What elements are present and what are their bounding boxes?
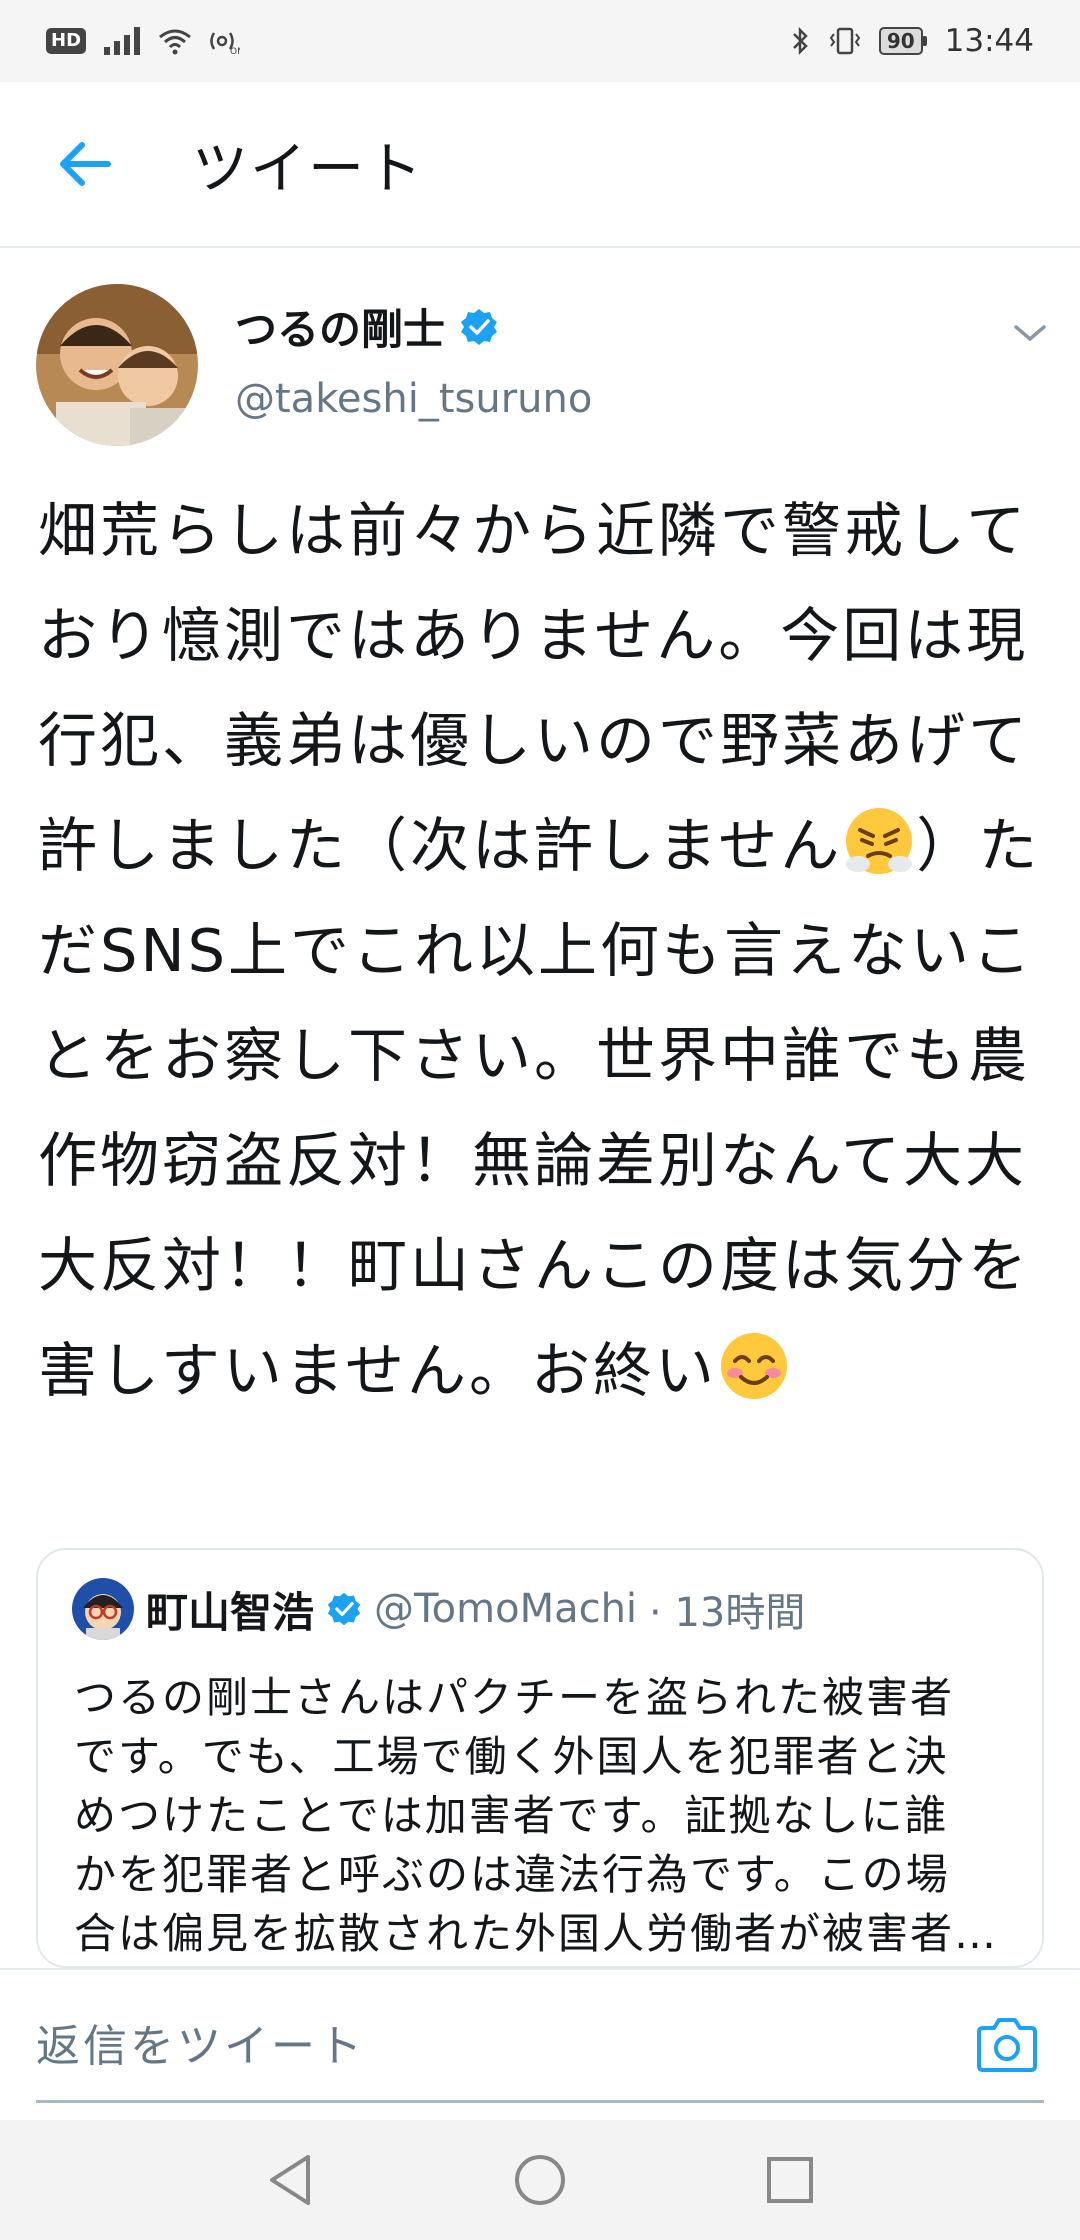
reply-bar: 返信をツイート bbox=[0, 1968, 1080, 2120]
camera-icon bbox=[977, 2018, 1037, 2072]
quoted-tweet-text: つるの剛士さんはパクチーを盗られた被害者 です。でも、工場で働く外国人を犯罪者と… bbox=[74, 1668, 1024, 1963]
circle-home-icon bbox=[515, 2155, 565, 2205]
verified-badge-icon bbox=[327, 1592, 361, 1626]
signal-icon bbox=[104, 27, 141, 55]
square-recents-icon bbox=[767, 2157, 813, 2203]
quoted-tweet-time: · 13時間 bbox=[649, 1590, 806, 1636]
vibrate-icon bbox=[829, 27, 861, 55]
avatar[interactable] bbox=[36, 284, 198, 446]
quoted-text-line: です。でも、工場で働く外国人を犯罪者と決 bbox=[74, 1732, 949, 1781]
camera-button[interactable] bbox=[974, 2016, 1040, 2074]
hotspot-icon: ON bbox=[210, 32, 240, 55]
tweet-options-button[interactable] bbox=[1005, 308, 1055, 358]
nav-home-button[interactable] bbox=[510, 2150, 570, 2210]
quoted-text-line: かを犯罪者と呼ぶのは違法行為です。この場 bbox=[74, 1850, 950, 1899]
tweet-text: 畑荒らしは前々から近隣で警戒しており憶測ではありません。今回は現行犯、義弟は優し… bbox=[38, 478, 1048, 1423]
back-button[interactable] bbox=[40, 119, 130, 209]
page-title: ツイート bbox=[192, 136, 424, 202]
nav-back-button[interactable] bbox=[260, 2150, 320, 2210]
quoted-text-line: つるの剛士さんはパクチーを盗られた被害者 bbox=[74, 1673, 955, 1722]
author-handle[interactable]: @takeshi_tsuruno bbox=[235, 376, 592, 422]
chevron-down-icon bbox=[1014, 325, 1046, 342]
status-time: 13:44 bbox=[944, 23, 1034, 59]
tweet-author: つるの剛士 @takeshi_tsuruno bbox=[0, 248, 1080, 458]
nav-recents-button[interactable] bbox=[760, 2150, 820, 2210]
author-name-row: つるの剛士 bbox=[235, 296, 499, 357]
app-header: ツイート bbox=[0, 82, 1080, 248]
battery-icon: 90 bbox=[878, 27, 927, 55]
quoted-tweet-card[interactable]: 町山智浩 @TomoMachi · 13時間 つるの剛士さんはパクチーを盗られた… bbox=[36, 1548, 1044, 1968]
status-right: 90 13:44 bbox=[791, 23, 1034, 59]
svg-text:ON: ON bbox=[230, 47, 240, 55]
battery-level: 90 bbox=[878, 27, 923, 55]
tweet-text-part-2: ）ただSNS上でこれ以上何も言えないことをお察し下さい。世界中誰でも農作物窃盗反… bbox=[38, 811, 1041, 1405]
status-bar: HD ON 90 13:44 bbox=[0, 0, 1080, 82]
reply-input-underline bbox=[36, 2100, 1044, 2103]
reply-input[interactable]: 返信をツイート bbox=[36, 2010, 365, 2074]
quoted-text-line: めつけたことでは加害者です。証拠なしに誰 bbox=[74, 1791, 949, 1840]
arrow-left-icon bbox=[60, 142, 111, 186]
quoted-avatar bbox=[72, 1578, 134, 1640]
system-nav-bar bbox=[0, 2120, 1080, 2240]
status-left: HD ON bbox=[46, 27, 240, 55]
quoted-text-line: 合は偏見を拡散された外国人労働者が被害者… bbox=[74, 1909, 999, 1958]
bluetooth-icon bbox=[792, 26, 808, 56]
quoted-author-handle: @TomoMachi bbox=[374, 1586, 638, 1632]
quoted-author-name: 町山智浩 bbox=[146, 1587, 315, 1637]
wifi-icon bbox=[159, 29, 191, 55]
verified-badge-icon bbox=[461, 308, 498, 345]
quoted-tweet-header: 町山智浩 @TomoMachi · 13時間 bbox=[72, 1578, 805, 1640]
steam-from-nose-face-icon bbox=[846, 808, 913, 874]
triangle-back-icon bbox=[270, 2155, 310, 2205]
smiling-blush-face-icon bbox=[721, 1333, 788, 1399]
hd-badge: HD bbox=[46, 28, 87, 54]
author-name[interactable]: つるの剛士 bbox=[235, 296, 445, 357]
